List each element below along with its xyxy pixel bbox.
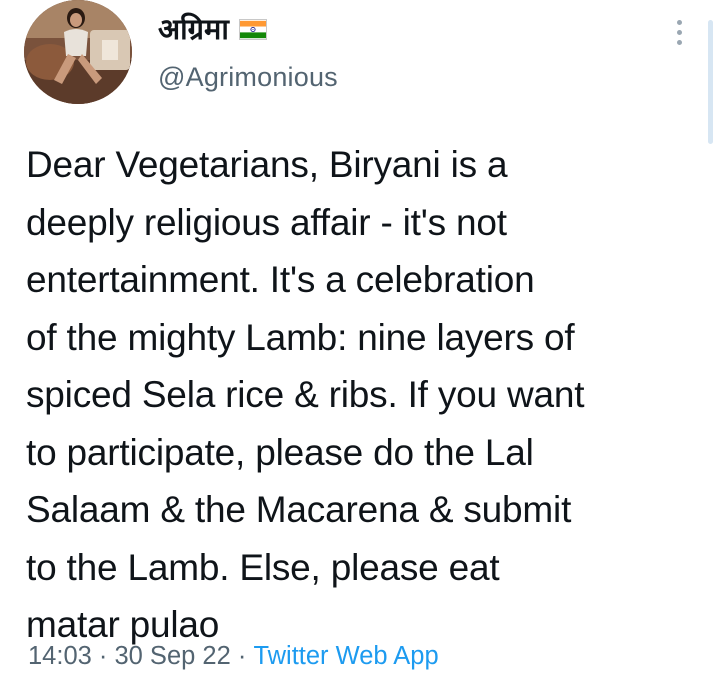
tweet-time[interactable]: 14:03 <box>28 642 92 671</box>
tweet-card: अग्रिमा @Agrimonious Dear Vegetarians, B… <box>0 0 720 684</box>
tweet-meta: 14:03 · 30 Sep 22 · Twitter Web App <box>28 642 439 671</box>
tweet-source-link[interactable]: Twitter Web App <box>253 642 438 671</box>
meta-separator: · <box>230 642 254 670</box>
more-vertical-icon[interactable] <box>668 12 690 52</box>
avatar-photo <box>24 0 132 104</box>
display-name[interactable]: अग्रिमा <box>158 14 229 44</box>
user-handle[interactable]: @Agrimonious <box>158 62 338 93</box>
avatar[interactable] <box>24 0 132 104</box>
scrollbar[interactable] <box>708 20 713 144</box>
tweet-text: Dear Vegetarians, Biryani is a deeply re… <box>26 144 585 645</box>
author-name-row: अग्रिमा <box>158 10 267 48</box>
meta-separator: · <box>91 642 115 670</box>
india-flag-icon <box>238 18 267 40</box>
tweet-date[interactable]: 30 Sep 22 <box>114 642 230 671</box>
